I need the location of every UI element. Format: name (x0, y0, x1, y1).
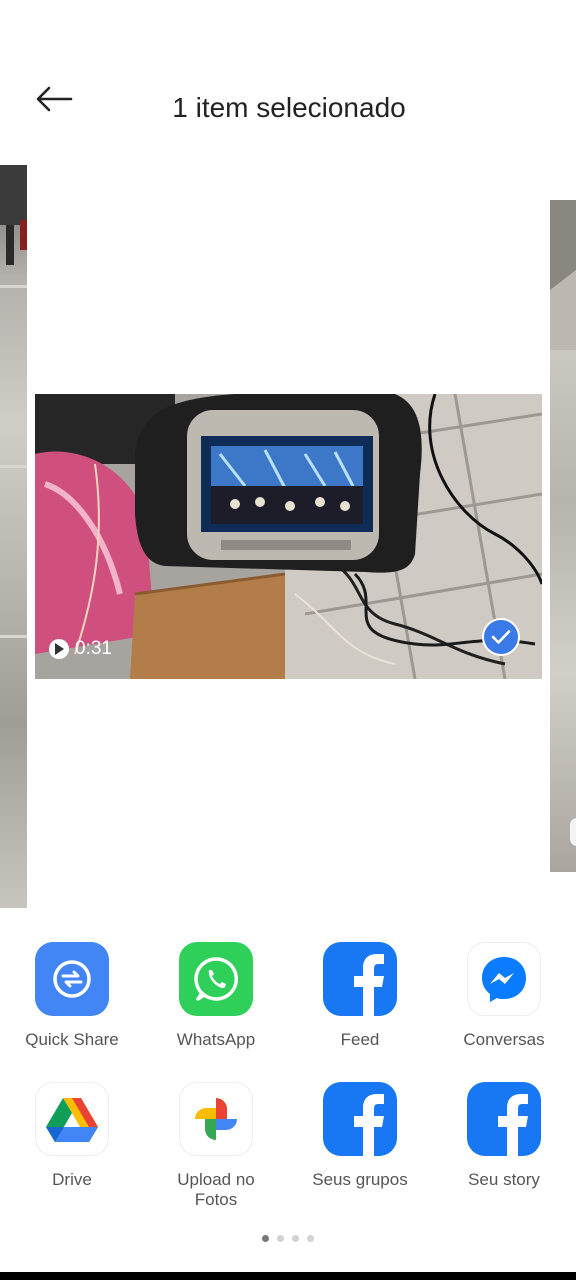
play-icon (49, 639, 69, 659)
share-facebook-story[interactable]: Seu story (432, 1082, 576, 1190)
system-nav-bar (0, 1272, 576, 1280)
share-messenger[interactable]: Conversas (432, 942, 576, 1050)
selected-check-icon[interactable] (482, 618, 520, 656)
whatsapp-icon (179, 942, 253, 1016)
next-media-thumbnail[interactable] (550, 200, 576, 872)
share-google-photos[interactable]: Upload no Fotos (144, 1082, 288, 1210)
selected-video-thumbnail[interactable]: 0:31 (35, 394, 542, 679)
facebook-icon (323, 942, 397, 1016)
media-carousel[interactable]: 0:31 (0, 160, 576, 910)
video-frame-image (35, 394, 542, 679)
share-whatsapp[interactable]: WhatsApp (144, 942, 288, 1050)
duration-label: 0:31 (75, 638, 112, 659)
header: 1 item selecionado (0, 0, 576, 170)
google-photos-icon (179, 1082, 253, 1156)
page-dot[interactable] (277, 1235, 284, 1242)
facebook-icon (467, 1082, 541, 1156)
page-dot[interactable] (292, 1235, 299, 1242)
share-google-drive[interactable]: Drive (0, 1082, 144, 1190)
page-dot[interactable] (307, 1235, 314, 1242)
previous-media-thumbnail[interactable] (0, 165, 27, 908)
share-facebook-feed[interactable]: Feed (288, 942, 432, 1050)
page-dot[interactable] (262, 1235, 269, 1242)
share-quick-share[interactable]: Quick Share (0, 942, 144, 1050)
google-drive-icon (35, 1082, 109, 1156)
video-duration: 0:31 (49, 638, 112, 660)
messenger-icon (467, 942, 541, 1016)
page-indicator (0, 1235, 576, 1242)
quick-share-icon (35, 942, 109, 1016)
share-facebook-groups[interactable]: Seus grupos (288, 1082, 432, 1190)
page-title: 1 item selecionado (172, 92, 406, 123)
facebook-icon (323, 1082, 397, 1156)
